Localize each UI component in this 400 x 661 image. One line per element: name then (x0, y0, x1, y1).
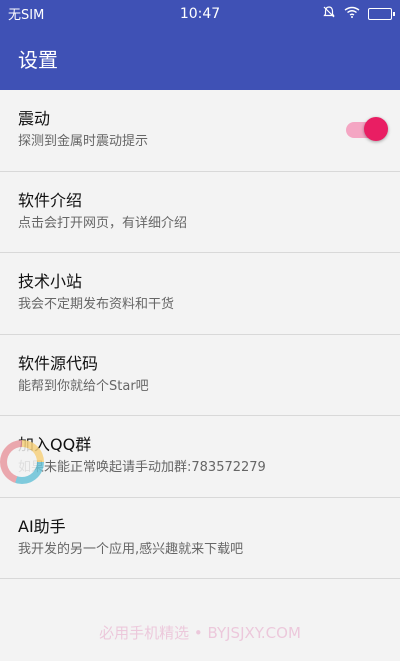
setting-subtitle: 我会不定期发布资料和干货 (18, 297, 175, 313)
app-bar: 设置 (0, 27, 400, 90)
battery-icon (368, 7, 395, 20)
watermark-text: 必用手机精选 • BYJSJXY.COM (99, 624, 301, 642)
loading-spinner-icon (0, 440, 44, 484)
setting-tech-site[interactable]: 技术小站 我会不定期发布资料和干货 (0, 253, 400, 335)
toggle-knob (364, 117, 388, 142)
setting-subtitle: 点击会打开网页，有详细介绍 (18, 215, 188, 231)
setting-title: AI助手 (18, 516, 66, 536)
setting-software-intro[interactable]: 软件介绍 点击会打开网页，有详细介绍 (0, 172, 400, 253)
vibration-toggle[interactable] (346, 117, 388, 142)
setting-title: 加入QQ群 (18, 435, 92, 455)
settings-list: 震动 探测到金属时震动提示 软件介绍 点击会打开网页，有详细介绍 技术小站 我会… (0, 90, 400, 579)
setting-title: 震动 (18, 109, 51, 129)
status-icons (272, 5, 395, 23)
setting-ai-assistant[interactable]: AI助手 我开发的另一个应用,感兴趣就来下载吧 (0, 498, 400, 579)
setting-subtitle: 如果未能正常唤起请手动加群:783572279 (18, 460, 266, 476)
setting-title: 软件源代码 (18, 353, 99, 373)
setting-vibration[interactable]: 震动 探测到金属时震动提示 (0, 90, 400, 172)
setting-title: 技术小站 (18, 272, 83, 292)
setting-subtitle: 我开发的另一个应用,感兴趣就来下载吧 (18, 541, 244, 557)
status-bar: 无SIM 10:47 (0, 0, 400, 27)
setting-subtitle: 探测到金属时震动提示 (18, 134, 149, 150)
setting-title: 软件介绍 (18, 190, 83, 210)
carrier-label: 无SIM (8, 8, 45, 23)
page-title: 设置 (18, 48, 58, 72)
setting-subtitle: 能帮到你就给个Star吧 (18, 378, 149, 394)
clock: 10:47 (179, 5, 221, 22)
setting-source-code[interactable]: 软件源代码 能帮到你就给个Star吧 (0, 335, 400, 416)
setting-join-qq-group[interactable]: 加入QQ群 如果未能正常唤起请手动加群:783572279 (0, 416, 400, 498)
alarm-icon (322, 5, 336, 23)
wifi-icon (344, 6, 360, 22)
